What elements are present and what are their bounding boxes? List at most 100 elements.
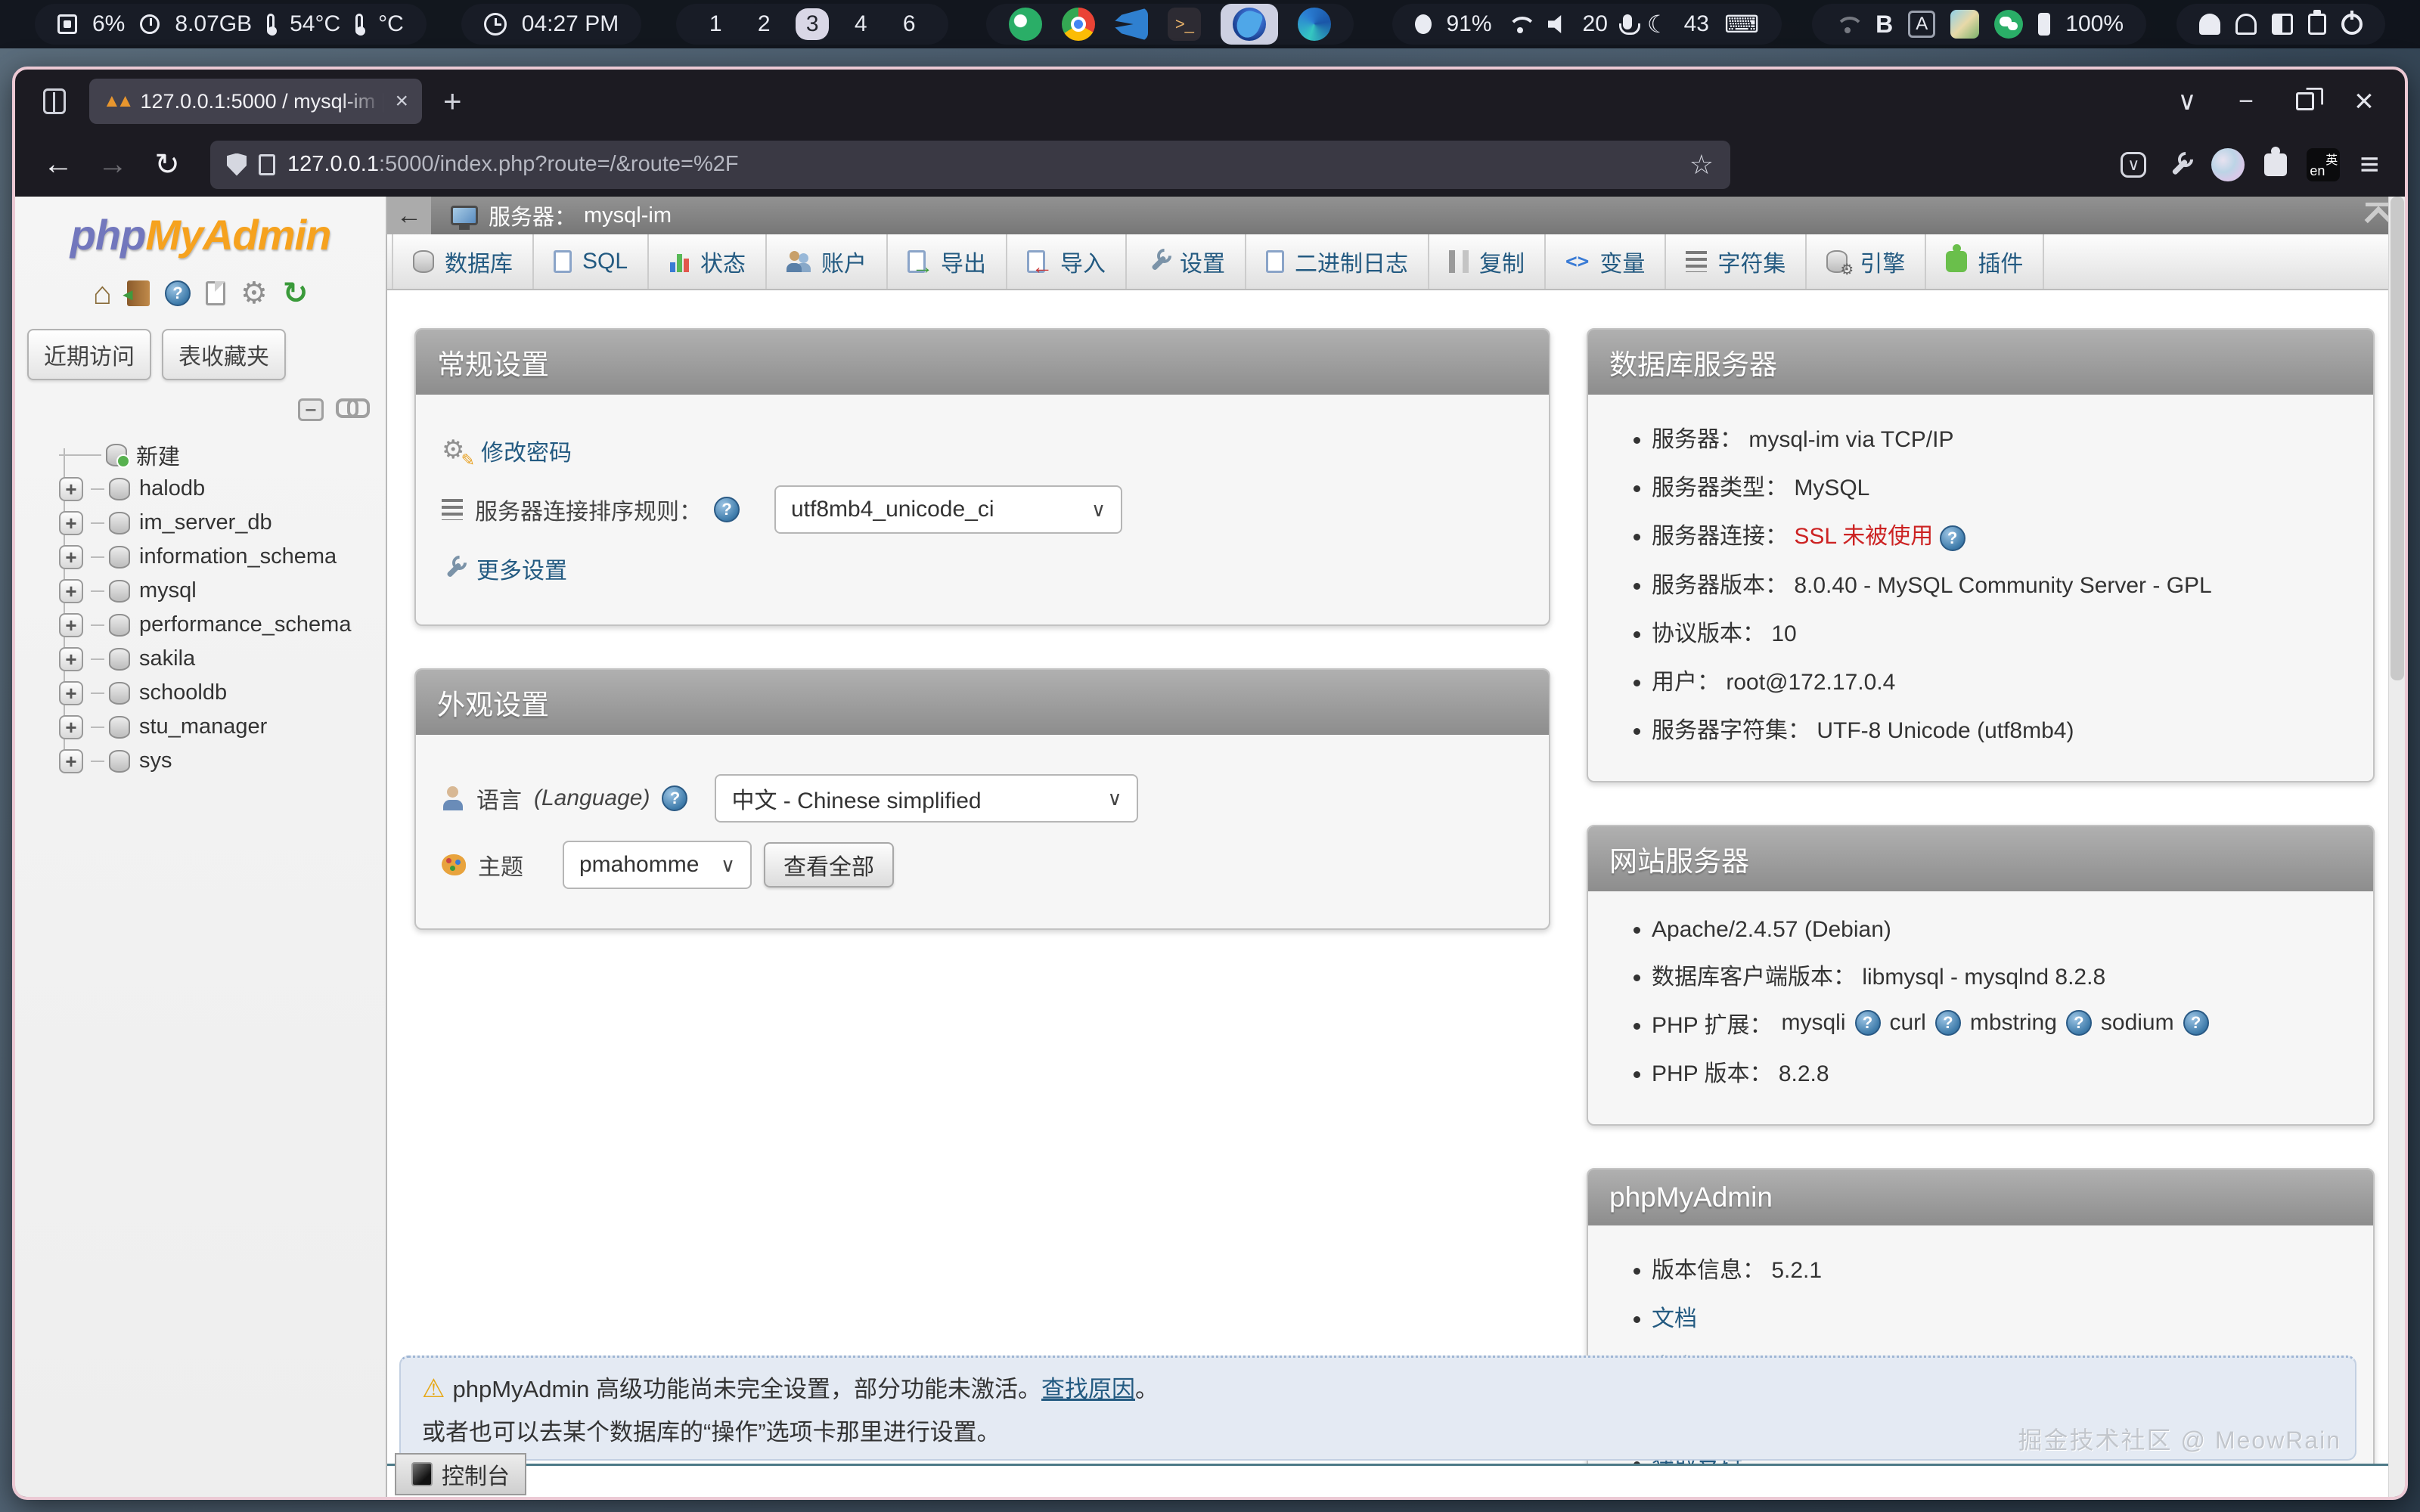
restore-button[interactable] — [2282, 79, 2328, 124]
tree-item-schooldb[interactable]: + schooldb — [48, 676, 386, 710]
tree-label[interactable]: information_schema — [139, 544, 337, 569]
expand-icon[interactable]: + — [59, 681, 83, 705]
reload-button[interactable]: ↻ — [144, 141, 191, 188]
account-avatar[interactable] — [2211, 148, 2245, 181]
help-icon[interactable]: ? — [1940, 525, 1965, 551]
tab-settings[interactable]: 设置 — [1127, 234, 1246, 289]
favorite-tables-tab[interactable]: 表收藏夹 — [162, 329, 286, 380]
recent-tables-tab[interactable]: 近期访问 — [27, 329, 151, 380]
wechat-dock-icon[interactable] — [1009, 8, 1042, 41]
tab-replication[interactable]: 复制 — [1429, 234, 1546, 289]
help-icon[interactable]: ? — [1855, 1010, 1881, 1036]
expand-icon[interactable]: + — [59, 477, 83, 501]
settings-gear-icon[interactable]: ⚙ — [240, 278, 268, 308]
more-settings-link[interactable]: 更多设置 — [476, 552, 567, 585]
tab-engines[interactable]: 引擎 — [1807, 234, 1926, 289]
page-scrollbar[interactable] — [2388, 197, 2405, 1497]
help-icon[interactable]: ? — [2066, 1010, 2092, 1036]
ghost-outline-icon[interactable] — [2235, 14, 2257, 35]
bluetooth-icon[interactable]: B — [1876, 12, 1893, 36]
extensions-puzzle-icon[interactable] — [2264, 153, 2287, 176]
breadcrumb-back-button[interactable]: ← — [387, 197, 431, 234]
home-icon[interactable]: ⌂ — [93, 277, 112, 309]
tab-databases[interactable]: 数据库 — [392, 234, 534, 289]
tab-charsets[interactable]: 字符集 — [1666, 234, 1807, 289]
tab-variables[interactable]: <>变量 — [1546, 234, 1666, 289]
tree-item-stu-manager[interactable]: + stu_manager — [48, 710, 386, 744]
list-tabs-button[interactable]: ∨ — [2164, 79, 2210, 124]
tracking-shield-icon[interactable] — [227, 153, 247, 176]
workspace-4[interactable]: 4 — [844, 11, 877, 37]
help-icon[interactable]: ? — [1935, 1010, 1961, 1036]
minimize-button[interactable]: − — [2223, 79, 2269, 124]
tab-status[interactable]: 状态 — [649, 234, 767, 289]
site-info-icon[interactable] — [259, 154, 275, 175]
tree-label[interactable]: sakila — [139, 646, 195, 671]
find-out-why-link[interactable]: 查找原因 — [1041, 1376, 1135, 1402]
ghost-icon[interactable] — [2199, 14, 2220, 35]
tree-item-im-server-db[interactable]: + im_server_db — [48, 506, 386, 540]
view-all-themes-button[interactable]: 查看全部 — [764, 842, 894, 888]
tab-accounts[interactable]: 账户 — [767, 234, 888, 289]
back-button[interactable]: ← — [35, 141, 82, 188]
logout-icon[interactable] — [127, 280, 150, 306]
screenshot-icon[interactable] — [2272, 14, 2293, 35]
collation-select[interactable]: utf8mb4_unicode_ci ∨ — [774, 485, 1122, 534]
input-method-icon[interactable]: A — [1908, 11, 1935, 38]
system-actions-pill[interactable] — [2176, 4, 2385, 45]
tree-item-sys[interactable]: + sys — [48, 744, 386, 778]
link-databases-icon[interactable] — [336, 398, 366, 415]
expand-icon[interactable]: + — [59, 749, 83, 773]
tray-avatar-icon[interactable] — [1950, 10, 1979, 39]
change-password-link[interactable]: 修改密码 — [481, 434, 572, 467]
pma-logo[interactable]: phpMyAdmin — [15, 210, 386, 259]
breadcrumb-server-name[interactable]: mysql-im — [584, 203, 672, 228]
workspace-3-active[interactable]: 3 — [796, 8, 829, 40]
console-toggle[interactable]: 控制台 — [395, 1453, 526, 1495]
help-icon[interactable]: ? — [662, 785, 687, 811]
tree-label[interactable]: schooldb — [139, 680, 227, 705]
help-icon[interactable]: ? — [165, 280, 191, 306]
help-icon[interactable]: ? — [2183, 1010, 2209, 1036]
tree-item-mysql[interactable]: +mysql — [48, 574, 386, 608]
scrollbar-thumb[interactable] — [2391, 197, 2404, 680]
tree-item-information-schema[interactable]: +information_schema — [48, 540, 386, 574]
tab-export[interactable]: →导出 — [888, 234, 1007, 289]
browser-tab-active[interactable]: ▲▲ 127.0.0.1:5000 / mysql-im | p × — [89, 79, 422, 124]
url-bar[interactable]: 127.0.0.1:5000/index.php?route=/&route=%… — [210, 141, 1730, 189]
tree-label[interactable]: stu_manager — [139, 714, 267, 739]
devtools-wrench-icon[interactable] — [2166, 152, 2192, 178]
documentation-icon[interactable] — [206, 281, 225, 305]
chrome-dock-icon[interactable] — [1062, 8, 1095, 41]
url-text[interactable]: 127.0.0.1:5000/index.php?route=/&route=%… — [287, 152, 1677, 177]
docs-link[interactable]: 文档 — [1652, 1306, 1697, 1331]
translate-extension-icon[interactable]: en — [2307, 148, 2340, 181]
help-icon[interactable]: ? — [714, 497, 740, 522]
workspace-switcher[interactable]: 1 2 3 4 6 — [676, 4, 948, 45]
hamburger-menu-icon[interactable]: ≡ — [2360, 146, 2379, 184]
tree-label[interactable]: 新建 — [136, 439, 180, 471]
tree-label[interactable]: performance_schema — [139, 612, 351, 637]
pocket-icon[interactable]: ∨ — [2121, 152, 2146, 178]
tree-label[interactable]: halodb — [139, 476, 205, 501]
tab-close-icon[interactable]: × — [395, 88, 408, 114]
tree-label[interactable]: sys — [139, 748, 172, 773]
workspace-1[interactable]: 1 — [699, 11, 732, 37]
tree-label[interactable]: im_server_db — [139, 510, 272, 535]
tree-item-performance-schema[interactable]: +performance_schema — [48, 608, 386, 642]
tab-plugins[interactable]: 插件 — [1926, 234, 2044, 289]
reload-navigation-icon[interactable]: ↻ — [283, 278, 309, 308]
terminal-dock-icon[interactable]: >_ — [1168, 8, 1201, 41]
expand-icon[interactable]: + — [59, 647, 83, 671]
tree-item-halodb[interactable]: + halodb — [48, 472, 386, 506]
expand-icon[interactable]: + — [59, 715, 83, 739]
clipboard-icon[interactable] — [2308, 14, 2326, 35]
collapse-all-icon[interactable]: − — [298, 398, 324, 421]
firefox-view-button[interactable] — [33, 80, 76, 122]
firefox-dock-active[interactable] — [1221, 4, 1278, 45]
workspace-6[interactable]: 6 — [892, 11, 926, 37]
expand-icon[interactable]: + — [59, 511, 83, 535]
tab-import[interactable]: ←导入 — [1007, 234, 1127, 289]
tab-binary-log[interactable]: 二进制日志 — [1246, 234, 1429, 289]
wifi-tray-icon[interactable] — [1835, 15, 1860, 33]
